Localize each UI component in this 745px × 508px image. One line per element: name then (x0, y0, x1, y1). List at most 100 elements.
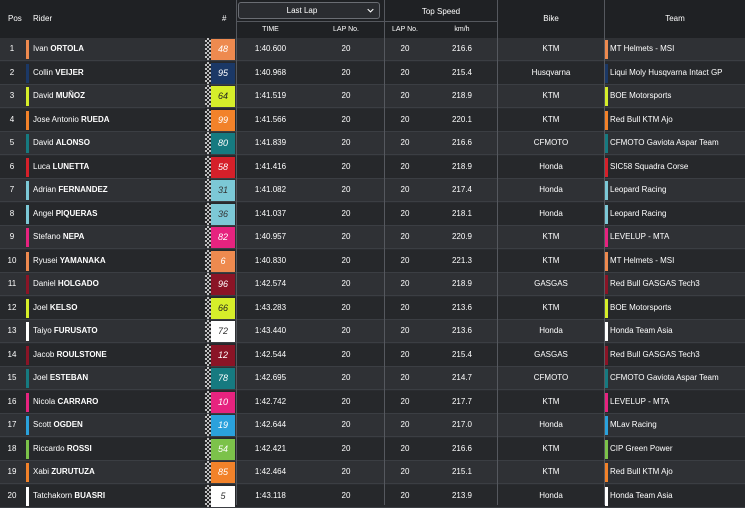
lap-number-cell: 20 (341, 420, 351, 429)
table-row[interactable]: 1 Ivan ORTOLA 48 1:40.600 20 20 216.6 KTM MT Hel… (0, 38, 745, 61)
position-cell: 9 (9, 232, 15, 241)
last-lap-time-cell: 1:42.464 (254, 467, 287, 476)
position-cell: 19 (7, 467, 17, 476)
team-cell[interactable]: Liqui Moly Husqvarna Intact GP (610, 68, 723, 77)
lap-number-cell: 20 (341, 114, 351, 124)
team-cell[interactable]: BOE Motorsports (610, 91, 671, 100)
team-cell[interactable]: LEVELUP - MTA (610, 397, 669, 406)
table-row[interactable]: 17 Scott OGDEN 19 1:42.644 20 20 217.0 Honda MLa… (0, 414, 745, 437)
team-cell[interactable]: CFMOTO Gaviota Aspar Team (610, 373, 719, 382)
table-row[interactable]: 11 Daniel HOLGADO 96 1:42.574 20 20 218.9 GASGA… (0, 273, 745, 296)
team-color-bar (605, 204, 608, 224)
team-cell[interactable]: Red Bull KTM Ajo (610, 467, 673, 476)
position-cell: 15 (7, 373, 17, 382)
last-lap-time-cell: 1:40.600 (254, 44, 287, 53)
table-row[interactable]: 7 Adrian FERNANDEZ 31 1:41.082 20 20 217.4 Hond… (0, 179, 745, 202)
team-cell[interactable]: CFMOTO Gaviota Aspar Team (610, 138, 719, 147)
table-row[interactable]: 14 Jacob ROULSTONE 12 1:42.544 20 20 215.4 GASG… (0, 343, 745, 367)
top-speed-lap-cell: 20 (400, 326, 410, 335)
rider-name-cell[interactable]: David MUÑOZ (33, 91, 85, 100)
team-color-bar (605, 345, 608, 365)
table-row[interactable]: 13 Taiyo FURUSATO 72 1:43.440 20 20 213.6 Honda… (0, 320, 745, 343)
table-row[interactable]: 15 Joel ESTEBAN 78 1:42.695 20 20 214.7 CFMOTO C… (0, 367, 745, 390)
lap-number-cell: 20 (341, 255, 351, 265)
bike-cell: CFMOTO (533, 138, 569, 147)
rider-number-badge: 19 (211, 415, 235, 436)
team-cell[interactable]: Honda Team Asia (610, 326, 673, 335)
table-row[interactable]: 3 David MUÑOZ 64 1:41.519 20 20 218.9 KTM BOE Mo… (0, 85, 745, 108)
top-speed-cell: 213.9 (451, 490, 473, 500)
table-row[interactable]: 16 Nicola CARRARO 10 1:42.742 20 20 217.7 KTM LE… (0, 390, 745, 414)
team-cell[interactable]: MT Helmets - MSI (610, 44, 674, 53)
rider-name-cell[interactable]: Joel ESTEBAN (33, 373, 88, 382)
rider-color-bar (26, 181, 29, 200)
rider-last-name: PIQUERAS (55, 208, 98, 218)
team-cell[interactable]: MT Helmets - MSI (610, 256, 674, 265)
bike-cell: KTM (542, 467, 560, 476)
rider-name-cell[interactable]: Nicola CARRARO (33, 397, 98, 406)
bike-cell: Honda (539, 490, 563, 500)
table-row[interactable]: 12 Joel KELSO 66 1:43.283 20 20 213.6 KTM BOE Mo… (0, 296, 745, 320)
team-cell[interactable]: LEVELUP - MTA (610, 232, 669, 241)
rider-number-badge: 6 (211, 250, 235, 272)
rider-name-cell[interactable]: Ivan ORTOLA (33, 44, 84, 53)
rider-name-cell[interactable]: Stefano NEPA (33, 232, 84, 241)
rider-name-cell[interactable]: Scott OGDEN (33, 420, 83, 429)
lap-number-cell: 20 (341, 467, 351, 476)
team-color-bar (605, 416, 608, 435)
lap-number-cell: 20 (341, 232, 351, 241)
team-cell[interactable]: SIC58 Squadra Corse (610, 162, 688, 171)
top-speed-lap-cell: 20 (400, 490, 410, 500)
table-row[interactable]: 6 Luca LUNETTA 58 1:41.416 20 20 218.9 Honda SIC… (0, 155, 745, 179)
table-row[interactable]: 2 Collin VEIJER 95 1:40.968 20 20 215.4 Husqvar… (0, 61, 745, 85)
team-cell[interactable]: Red Bull GASGAS Tech3 (610, 279, 700, 288)
rider-name-cell[interactable]: Riccardo ROSSI (33, 444, 92, 453)
table-row[interactable]: 5 David ALONSO 80 1:41.839 20 20 216.6 CFMOTO CF… (0, 132, 745, 155)
rider-name-cell[interactable]: Jose Antonio RUEDA (33, 115, 110, 124)
table-row[interactable]: 9 Stefano NEPA 82 1:40.957 20 20 220.9 KTM LEVEL… (0, 226, 745, 249)
rider-first-name: David (33, 138, 54, 147)
rider-number-badge: 96 (211, 274, 235, 295)
rider-name-cell[interactable]: Jacob ROULSTONE (33, 350, 107, 359)
rider-last-name: MUÑOZ (55, 91, 86, 100)
team-cell[interactable]: Red Bull GASGAS Tech3 (610, 350, 700, 359)
rider-color-bar (26, 204, 29, 224)
rider-name-cell[interactable]: Luca LUNETTA (33, 162, 89, 171)
table-row[interactable]: 10 Ryusei YAMANAKA 6 1:40.830 20 20 221.3 KTM MT… (0, 249, 745, 273)
team-cell[interactable]: Red Bull KTM Ajo (610, 115, 673, 124)
rider-name-cell[interactable]: David ALONSO (33, 138, 90, 147)
team-color-bar (605, 275, 608, 294)
rider-last-name: FERNANDEZ (58, 185, 108, 194)
top-speed-cell: 217.4 (451, 185, 473, 194)
team-cell[interactable]: MLav Racing (610, 420, 657, 429)
team-cell[interactable]: Honda Team Asia (610, 491, 673, 500)
rider-color-bar (26, 275, 29, 294)
team-cell[interactable]: CIP Green Power (610, 444, 673, 453)
team-cell[interactable]: Leopard Racing (610, 185, 666, 194)
table-row[interactable]: 4 Jose Antonio RUEDA 99 1:41.566 20 20 220.1 KT… (0, 108, 745, 132)
rider-number-badge: 5 (211, 485, 235, 507)
rider-name-cell[interactable]: Tatchakorn BUASRI (33, 491, 105, 500)
table-row[interactable]: 20 Tatchakorn BUASRI 5 1:43.118 20 20 213.9 Hon… (0, 484, 745, 508)
rider-first-name: Taiyo (33, 326, 52, 335)
team-cell[interactable]: BOE Motorsports (610, 303, 671, 312)
rider-number-badge: 82 (211, 227, 235, 248)
rider-first-name: Luca (33, 161, 51, 171)
bike-header: Bike (543, 14, 559, 23)
bike-cell: KTM (542, 302, 560, 312)
table-row[interactable]: 18 Riccardo ROSSI 54 1:42.421 20 20 216.6 KTM CI… (0, 437, 745, 461)
rider-name-cell[interactable]: Ryusei YAMANAKA (33, 256, 106, 265)
rider-name-cell[interactable]: Collin VEIJER (33, 68, 84, 77)
last-lap-select[interactable]: Last Lap (238, 2, 380, 19)
rider-name-cell[interactable]: Xabi ZURUTUZA (33, 467, 95, 476)
rider-name-cell[interactable]: Joel KELSO (33, 303, 77, 312)
rider-name-cell[interactable]: Daniel HOLGADO (33, 279, 99, 288)
table-row[interactable]: 19 Xabi ZURUTUZA 85 1:42.464 20 20 215.1 KTM Red… (0, 461, 745, 484)
column-divider (604, 0, 605, 505)
lap-no-header: LAP No. (333, 26, 359, 33)
rider-name-cell[interactable]: Adrian FERNANDEZ (33, 185, 108, 194)
rider-name-cell[interactable]: Angel PIQUERAS (33, 209, 98, 218)
team-cell[interactable]: Leopard Racing (610, 209, 666, 218)
table-row[interactable]: 8 Angel PIQUERAS 36 1:41.037 20 20 218.1 Honda L… (0, 202, 745, 226)
rider-name-cell[interactable]: Taiyo FURUSATO (33, 326, 98, 335)
